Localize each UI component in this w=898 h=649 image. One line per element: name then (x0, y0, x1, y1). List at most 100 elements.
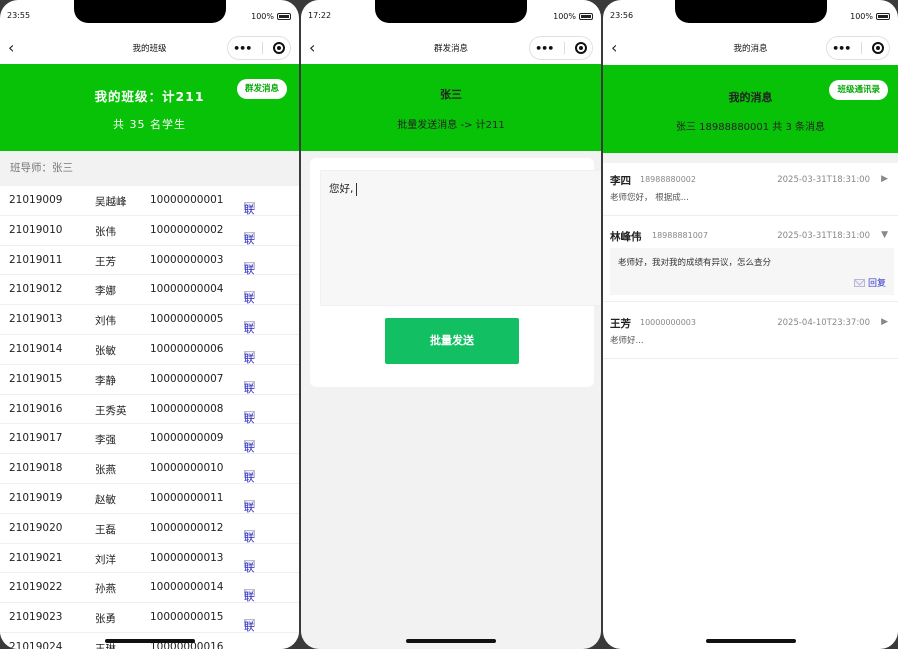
student-id: 21019011 (9, 253, 63, 266)
reply-button[interactable]: 回复 (618, 276, 886, 289)
more-icon[interactable]: ••• (832, 42, 851, 55)
student-id: 21019012 (9, 283, 63, 296)
message-input[interactable]: 您好, (320, 170, 601, 306)
message-time: 2025-03-31T18:31:00 (777, 175, 870, 185)
student-name: 刘洋 (95, 553, 116, 566)
student-row: 21019022孙燕10000000014联系 (0, 573, 299, 618)
student-row: 21019023张勇10000000015联系 (0, 603, 299, 648)
student-id: 21019018 (9, 462, 63, 475)
student-phone: 10000000006 (150, 342, 224, 355)
message-item[interactable]: 王芳 10000000003 2025-04-10T23:37:00 ▶ 老师好… (603, 302, 898, 359)
battery: 100% (850, 12, 890, 21)
expand-arrow-icon[interactable]: ▶ (881, 174, 888, 184)
student-row: 21019018张燕10000000010联系 (0, 454, 299, 499)
message-time: 2025-04-10T23:37:00 (777, 318, 870, 328)
home-indicator (104, 639, 195, 643)
messages-banner: 我的消息 张三 18988880001 共 3 条消息 班级通讯录 (603, 65, 898, 153)
home-indicator (705, 639, 796, 643)
notch (375, 0, 527, 23)
student-phone: 10000000003 (150, 253, 224, 266)
sender-phone: 18988880002 (640, 175, 696, 184)
status-time: 23:56 (610, 11, 634, 20)
teacher-label: 班导师：张三 (0, 151, 299, 186)
message-item-expanded[interactable]: 林峰伟 18988881007 2025-03-31T18:31:00 ▼ 老师… (603, 216, 898, 302)
section-gap (603, 153, 898, 163)
student-phone: 10000000011 (150, 491, 224, 504)
close-miniprogram-icon[interactable] (272, 42, 285, 54)
send-target: 批量发送消息 -> 计211 (397, 120, 505, 131)
student-row: 21019021刘洋10000000013联系 (0, 543, 299, 589)
expand-arrow-icon[interactable]: ▶ (881, 317, 888, 327)
student-id: 21019009 (9, 194, 63, 206)
student-row: 21019015李静10000000007联系 (0, 364, 299, 410)
battery: 100% (553, 12, 593, 21)
message-text: 您好, (329, 183, 354, 195)
text-caret (356, 182, 358, 196)
student-row: 21019009吴越峰10000000001联系 (0, 186, 299, 231)
student-id: 21019013 (9, 313, 63, 326)
student-phone: 10000000008 (150, 402, 224, 415)
student-phone: 10000000001 (150, 194, 224, 206)
close-miniprogram-icon[interactable] (574, 42, 587, 54)
student-id: 21019015 (9, 372, 63, 385)
close-miniprogram-icon[interactable] (871, 42, 884, 54)
battery-icon (876, 13, 890, 20)
student-id: 21019024 (9, 640, 63, 649)
reply-label: 回复 (867, 279, 886, 289)
sender-name: 王芳 (610, 318, 631, 330)
student-name: 孙燕 (95, 583, 116, 596)
status-bar: 23:55 100% (0, 0, 299, 34)
student-name: 赵敏 (95, 493, 116, 506)
message-time: 2025-03-31T18:31:00 (777, 231, 870, 241)
mass-message-button[interactable]: 群发消息 (236, 79, 287, 99)
student-id: 21019017 (9, 432, 63, 445)
phone-my-class: 23:55 100% ‹ 我的班级 ••• 我的班级：计211 共 35 名学生… (0, 0, 299, 649)
sender-name: 张三 (440, 88, 462, 101)
student-row: 21019013刘伟10000000005联系 (0, 305, 299, 350)
collapse-arrow-icon[interactable]: ▼ (881, 230, 888, 240)
student-count: 共 35 名学生 (113, 118, 186, 131)
battery-level: 100% (553, 12, 576, 21)
student-row: 21019014张敏10000000006联系 (0, 334, 299, 380)
student-name: 刘伟 (95, 315, 116, 328)
student-row: 21019020王磊10000000012联系 (0, 513, 299, 559)
student-row: 21019010张伟10000000002联系 (0, 215, 299, 261)
student-row: 21019012李娜10000000004联系 (0, 275, 299, 320)
student-phone: 10000000005 (150, 313, 224, 326)
batch-send-button[interactable]: 批量发送 (385, 318, 519, 364)
nav-bar: ‹ 我的消息 ••• (603, 34, 898, 64)
home-indicator (406, 639, 496, 643)
student-name: 李强 (95, 434, 116, 447)
mini-program-capsule: ••• (826, 36, 890, 60)
student-phone: 10000000009 (150, 432, 224, 445)
student-name: 王磊 (95, 523, 116, 536)
mini-program-capsule: ••• (227, 36, 291, 60)
student-id: 21019023 (9, 611, 63, 624)
student-id: 21019010 (9, 223, 63, 236)
mail-icon (853, 278, 865, 287)
student-name: 张伟 (95, 225, 116, 238)
class-banner: 我的班级：计211 共 35 名学生 群发消息 (0, 64, 299, 151)
more-icon[interactable]: ••• (535, 42, 554, 55)
more-icon[interactable]: ••• (233, 42, 252, 55)
student-name: 张敏 (95, 344, 116, 357)
compose-card: 您好, 批量发送 (310, 158, 601, 387)
student-list: 21019009吴越峰10000000001联系21019010张伟100000… (0, 186, 299, 649)
student-row: 21019011王芳10000000003联系 (0, 245, 299, 291)
notch (73, 0, 226, 23)
battery-level: 100% (251, 12, 274, 21)
class-directory-button[interactable]: 班级通讯录 (829, 80, 888, 100)
student-row: 21019019赵敏10000000011联系 (0, 483, 299, 529)
nav-bar: ‹ 群发消息 ••• (301, 34, 601, 64)
student-row: 21019017李强10000000009联系 (0, 424, 299, 469)
student-name: 王秀英 (95, 404, 127, 417)
message-item[interactable]: 李四 18988880002 2025-03-31T18:31:00 ▶ 老师您… (603, 163, 898, 216)
student-name: 张燕 (95, 464, 116, 477)
student-name: 李娜 (95, 285, 116, 298)
messages-summary: 张三 18988880001 共 3 条消息 (675, 122, 826, 133)
student-row: 21019016王秀英10000000008联系 (0, 394, 299, 440)
student-name: 吴越峰 (95, 196, 127, 208)
message-body: 老师好，我对我的成绩有异议，怎么查分 (618, 258, 772, 268)
message-detail: 老师好，我对我的成绩有异议，怎么查分 回复 (610, 248, 894, 295)
mini-program-capsule: ••• (529, 36, 593, 60)
